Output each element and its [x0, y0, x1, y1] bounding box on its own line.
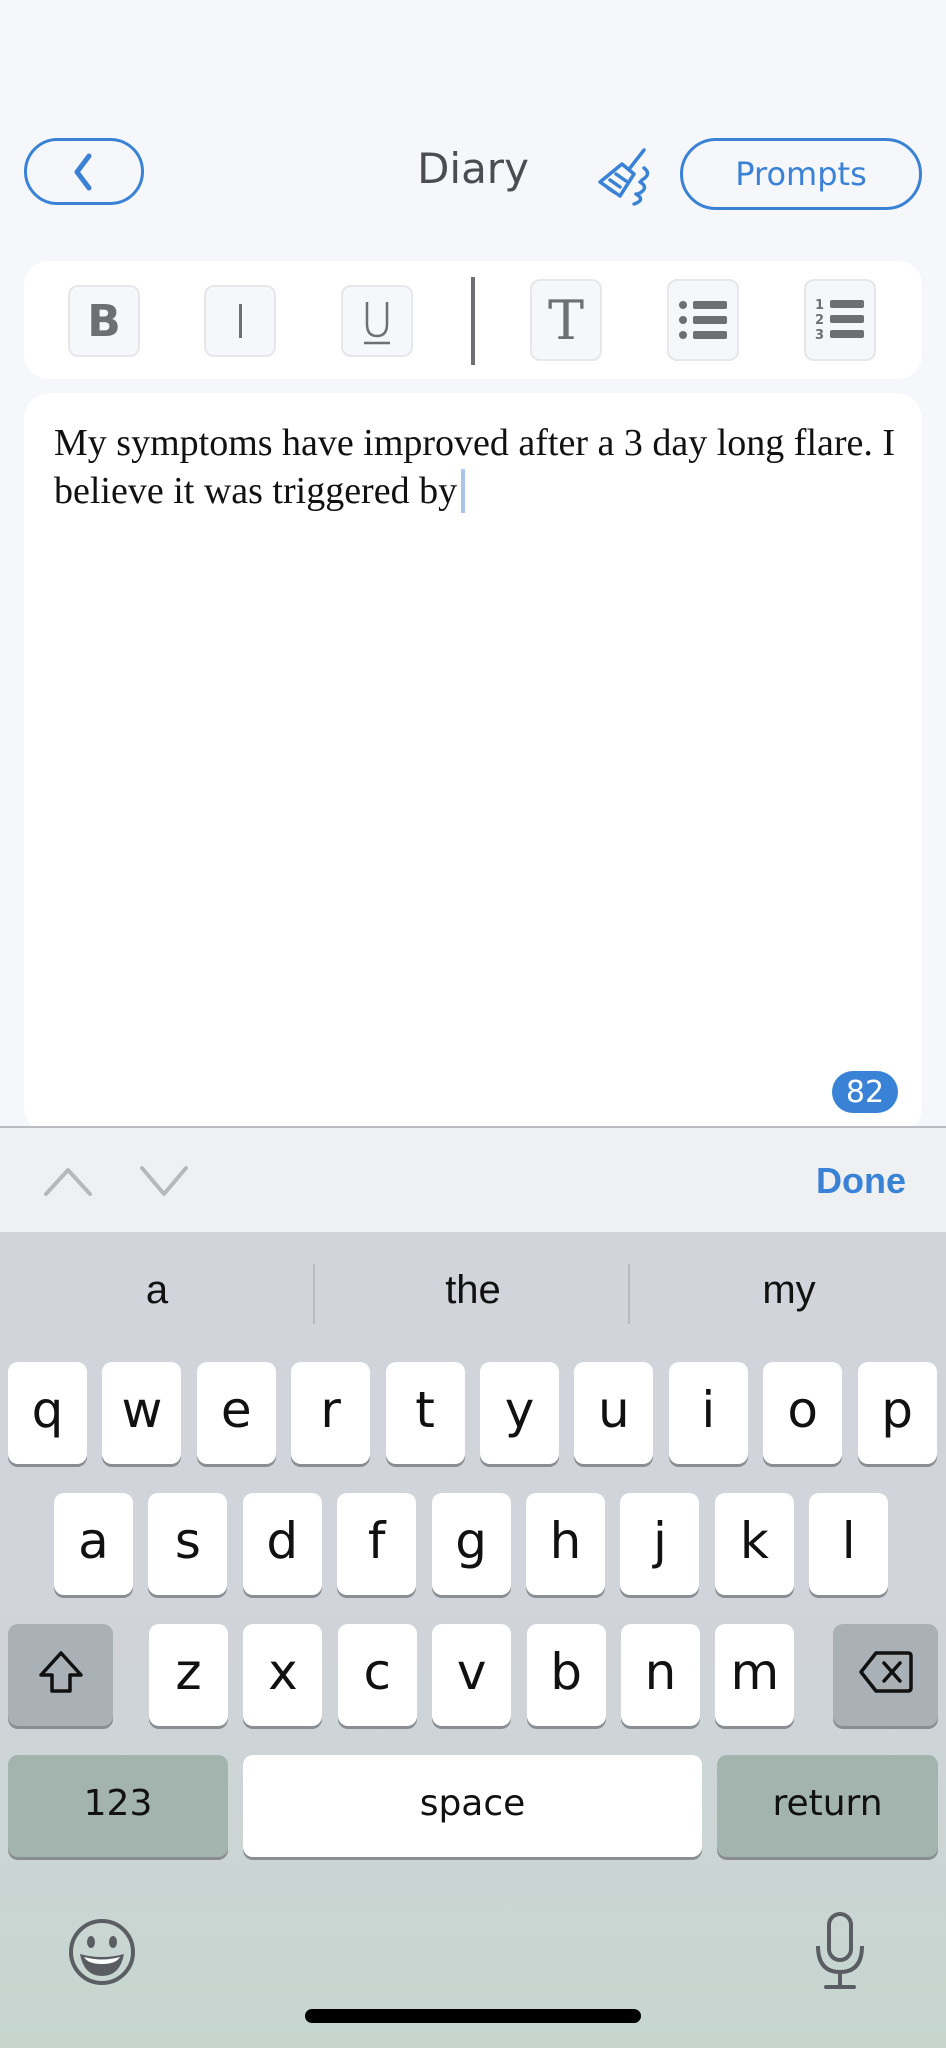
numbered-list-button[interactable]: 1 2 3	[804, 279, 876, 361]
key-j[interactable]: j	[620, 1493, 700, 1595]
key-i[interactable]: i	[668, 1362, 748, 1464]
key-g[interactable]: g	[431, 1493, 511, 1595]
text-cursor	[461, 469, 466, 513]
key-x[interactable]: x	[243, 1624, 323, 1726]
bold-icon: B	[87, 295, 121, 347]
underline-icon	[364, 302, 390, 345]
suggestion-divider	[313, 1264, 315, 1324]
key-w[interactable]: w	[102, 1362, 182, 1464]
key-c[interactable]: c	[337, 1624, 417, 1726]
key-h[interactable]: h	[526, 1493, 605, 1595]
broom-icon	[598, 148, 650, 206]
key-s[interactable]: s	[148, 1493, 228, 1595]
key-p[interactable]: p	[857, 1362, 937, 1464]
svg-text:3: 3	[815, 328, 824, 343]
formatting-toolbar: B T 1 2 3	[24, 261, 922, 379]
done-button[interactable]: Done	[816, 1160, 906, 1202]
key-d[interactable]: d	[242, 1493, 322, 1595]
key-y[interactable]: y	[480, 1362, 559, 1464]
bullet-list-icon	[679, 301, 727, 339]
key-u[interactable]: u	[574, 1362, 654, 1464]
numbers-key[interactable]: 123	[8, 1755, 228, 1857]
return-key[interactable]: return	[717, 1755, 938, 1857]
microphone-icon[interactable]	[812, 1910, 868, 1992]
text-style-icon: T	[547, 288, 585, 352]
editor-text-area[interactable]: My symptoms have improved after a 3 day …	[54, 419, 904, 515]
shift-icon	[38, 1651, 83, 1693]
key-v[interactable]: v	[432, 1624, 512, 1726]
italic-icon	[238, 304, 242, 338]
text-style-button[interactable]: T	[530, 279, 602, 361]
clear-button[interactable]	[592, 144, 658, 206]
diary-editor[interactable]: My symptoms have improved after a 3 day …	[24, 393, 922, 1133]
key-k[interactable]: k	[714, 1493, 794, 1595]
backspace-key[interactable]	[833, 1624, 938, 1726]
home-indicator	[305, 2009, 641, 2023]
character-count: 82	[845, 1074, 885, 1110]
chevron-down-icon[interactable]	[134, 1156, 194, 1206]
character-count-badge: 82	[832, 1071, 898, 1113]
key-l[interactable]: l	[809, 1493, 889, 1595]
space-key[interactable]: space	[243, 1755, 702, 1857]
underline-button[interactable]	[341, 285, 413, 357]
suggestion-a[interactable]: a	[0, 1268, 314, 1313]
suggestion-the[interactable]: the	[316, 1268, 630, 1313]
key-q[interactable]: q	[8, 1362, 87, 1464]
suggestion-my[interactable]: my	[632, 1268, 946, 1313]
editor-content: My symptoms have improved after a 3 day …	[54, 422, 896, 512]
header: Diary Prompts	[0, 138, 946, 210]
key-z[interactable]: z	[149, 1624, 228, 1726]
svg-text:1: 1	[815, 298, 824, 313]
bold-button[interactable]: B	[68, 285, 140, 357]
backspace-icon	[858, 1651, 913, 1693]
toolbar-divider	[471, 277, 475, 365]
key-n[interactable]: n	[621, 1624, 700, 1726]
key-f[interactable]: f	[337, 1493, 417, 1595]
keyboard: a the my qwertyuiop asdfghjkl zxcvbnm 12…	[0, 1232, 946, 2048]
emoji-icon[interactable]	[66, 1916, 138, 1988]
key-o[interactable]: o	[763, 1362, 843, 1464]
svg-text:2: 2	[815, 313, 824, 328]
chevron-up-icon[interactable]	[38, 1156, 98, 1206]
key-b[interactable]: b	[526, 1624, 606, 1726]
keyboard-accessory-bar: Done	[0, 1126, 946, 1232]
italic-button[interactable]	[204, 285, 276, 357]
shift-key[interactable]	[8, 1624, 113, 1726]
key-t[interactable]: t	[385, 1362, 465, 1464]
key-e[interactable]: e	[196, 1362, 276, 1464]
prompts-button[interactable]: Prompts	[680, 138, 922, 210]
key-a[interactable]: a	[54, 1493, 133, 1595]
numbered-list-icon: 1 2 3	[815, 298, 864, 343]
suggestion-divider	[628, 1264, 630, 1324]
bullet-list-button[interactable]	[667, 279, 739, 361]
prompts-label: Prompts	[735, 155, 867, 193]
predictive-suggestions: a the my	[0, 1232, 946, 1357]
key-r[interactable]: r	[291, 1362, 371, 1464]
key-m[interactable]: m	[715, 1624, 795, 1726]
